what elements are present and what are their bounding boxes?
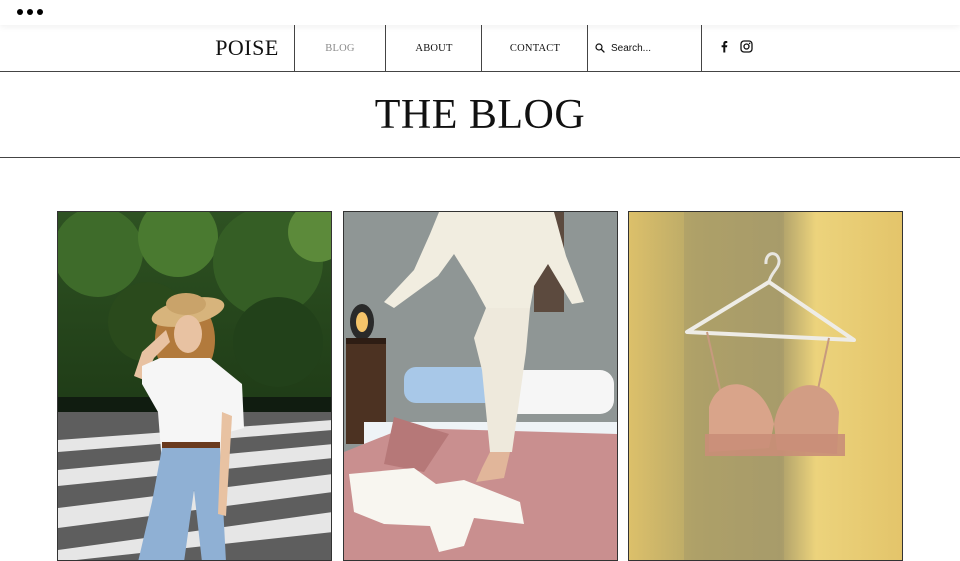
page-heading-section: THE BLOG — [0, 72, 960, 158]
nav-item-blog[interactable]: BLOG — [294, 25, 385, 71]
dot — [17, 9, 23, 15]
blog-post-card[interactable] — [343, 211, 618, 561]
post-image-bra-hanger — [629, 212, 902, 560]
facebook-icon[interactable] — [718, 40, 731, 53]
nav-item-contact[interactable]: CONTACT — [481, 25, 588, 71]
search-icon[interactable] — [595, 43, 605, 53]
post-image-woman-hat — [58, 212, 331, 560]
post-image-pajamas-bed — [344, 212, 617, 560]
site-logo[interactable]: POISE — [200, 25, 294, 71]
search-box — [587, 25, 702, 71]
more-dots-icon[interactable] — [17, 9, 43, 15]
social-links — [718, 40, 753, 53]
page-title: THE BLOG — [374, 91, 586, 138]
dot — [37, 9, 43, 15]
blog-post-card[interactable] — [57, 211, 332, 561]
dot — [27, 9, 33, 15]
search-input[interactable] — [611, 42, 697, 54]
site-header: POISE BLOG ABOUT CONTACT — [0, 25, 960, 72]
blog-post-card[interactable] — [628, 211, 903, 561]
instagram-icon[interactable] — [740, 40, 753, 53]
nav-item-about[interactable]: ABOUT — [385, 25, 482, 71]
browser-top-bar — [0, 0, 960, 25]
